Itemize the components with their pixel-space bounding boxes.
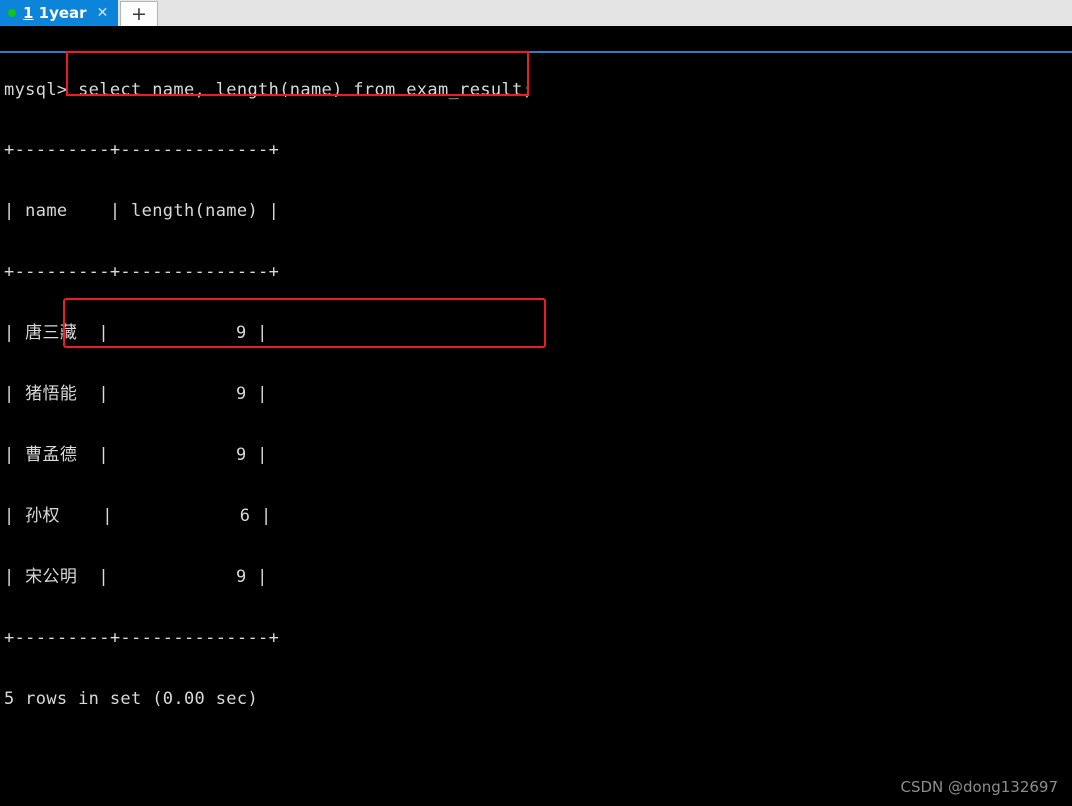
tab-bar: 1 1year ✕ + [0, 0, 1072, 26]
terminal-line: +---------+--------------+ [4, 627, 280, 648]
terminal-line: | 孙权 | 6 | [4, 505, 272, 526]
terminal-window[interactable]: mysql> select name, length(name) from ex… [0, 26, 1072, 806]
terminal-line: | 猪悟能 | 9 | [4, 384, 268, 405]
tab-title: 1year [38, 4, 87, 22]
tab-bar-accent-line [0, 51, 1072, 53]
terminal-line: +---------+--------------+ [4, 262, 280, 283]
terminal-line: mysql> select name, length(name) from ex… [4, 79, 534, 100]
terminal-line: +---------+--------------+ [4, 140, 280, 161]
tab-1year[interactable]: 1 1year ✕ [0, 0, 118, 26]
terminal-line: | 宋公明 | 9 | [4, 566, 268, 587]
terminal-line: | 唐三藏 | 9 | [4, 323, 268, 344]
watermark: CSDN @dong132697 [900, 778, 1058, 796]
tab-bar-empty-area [158, 0, 1072, 26]
tab-status-dot-icon [8, 9, 16, 17]
new-tab-button[interactable]: + [120, 1, 158, 26]
terminal-line: | name | length(name) | [4, 201, 280, 222]
terminal-line: 5 rows in set (0.00 sec) [4, 688, 259, 709]
tab-index: 1 [23, 4, 34, 22]
close-icon[interactable]: ✕ [97, 6, 109, 20]
terminal-line: | 曹孟德 | 9 | [4, 444, 268, 465]
terminal-output: mysql> select name, length(name) from ex… [4, 39, 745, 806]
tab-label: 1 1year [23, 4, 87, 22]
